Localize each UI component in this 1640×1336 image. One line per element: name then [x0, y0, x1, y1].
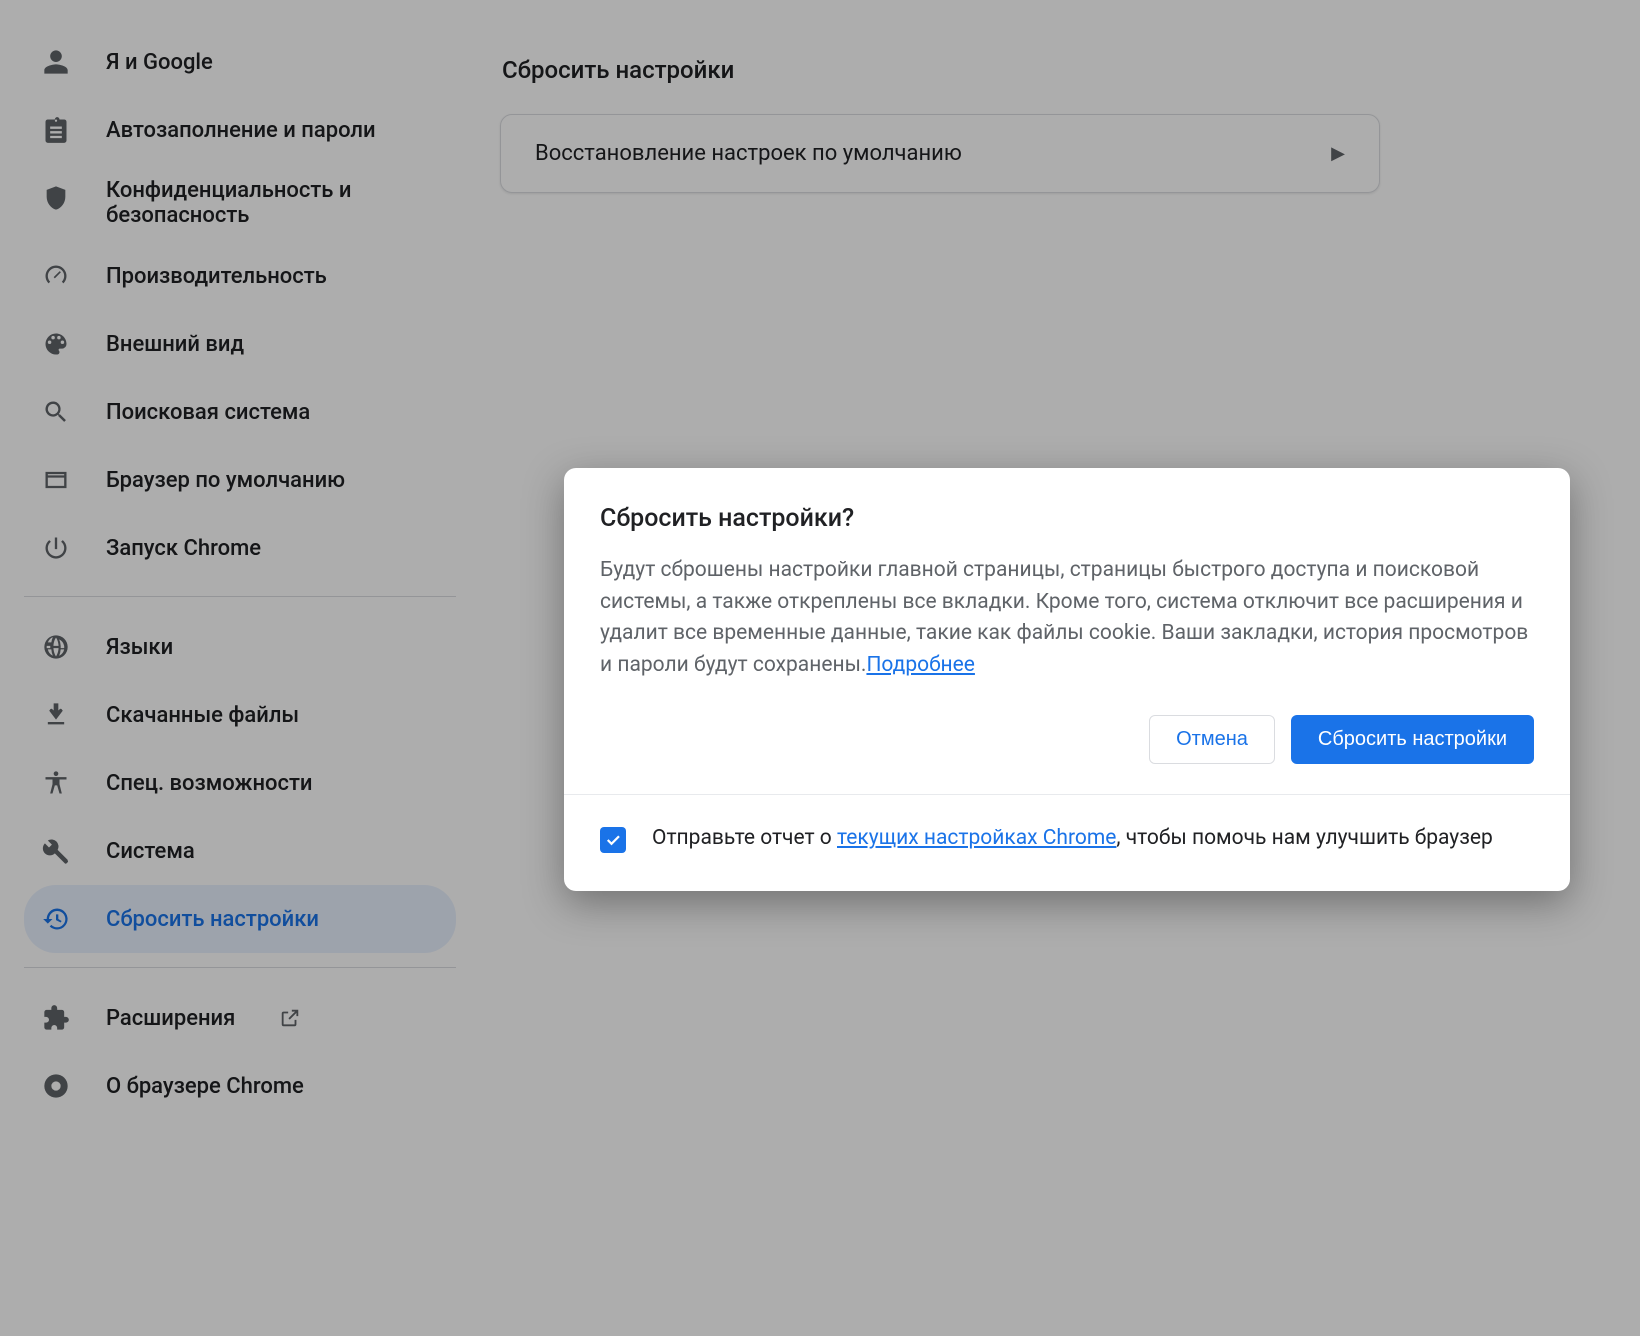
- dialog-body-text: Будут сброшены настройки главной страниц…: [600, 558, 1528, 677]
- reset-settings-dialog: Сбросить настройки? Будут сброшены настр…: [564, 468, 1570, 891]
- cancel-button[interactable]: Отмена: [1149, 715, 1275, 764]
- current-settings-link[interactable]: текущих настройках Chrome: [837, 826, 1116, 850]
- dialog-body: Будут сброшены настройки главной страниц…: [564, 555, 1570, 689]
- modal-backdrop: Сбросить настройки? Будут сброшены настр…: [0, 0, 1640, 1336]
- send-report-checkbox[interactable]: [600, 827, 626, 853]
- send-report-label: Отправьте отчет о текущих настройках Chr…: [652, 823, 1493, 855]
- learn-more-link[interactable]: Подробнее: [866, 653, 975, 677]
- reset-button[interactable]: Сбросить настройки: [1291, 715, 1534, 764]
- dialog-title: Сбросить настройки?: [600, 504, 1534, 533]
